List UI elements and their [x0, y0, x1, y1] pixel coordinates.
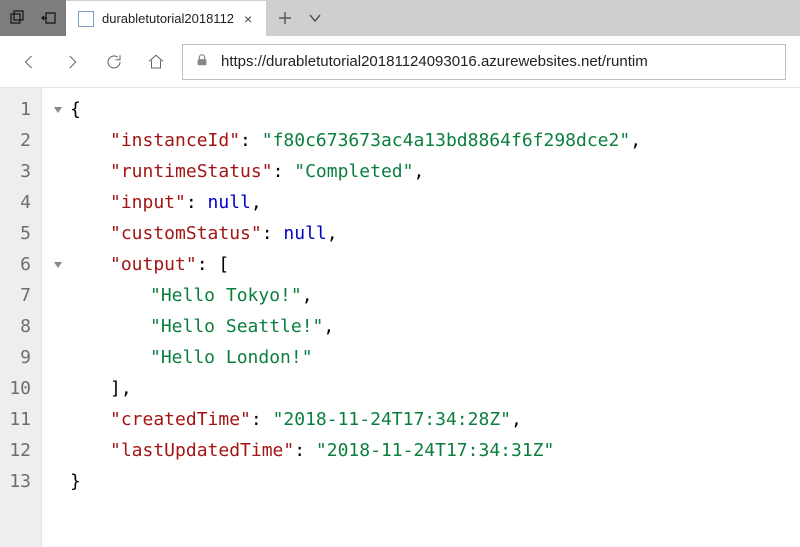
code-line: "runtimeStatus": "Completed", — [46, 156, 800, 187]
tab-title: durabletutorial2018112 — [102, 11, 234, 26]
code-line: ], — [46, 373, 800, 404]
refresh-button[interactable] — [98, 46, 130, 78]
url-host: ://durabletutorial20181124093016.azurewe… — [254, 53, 648, 70]
json-viewer: 12345678910111213 {"instanceId": "f80c67… — [0, 88, 800, 547]
json-string: "Hello London!" — [150, 342, 313, 373]
json-key: "lastUpdatedTime" — [110, 435, 294, 466]
nav-bar: https://durabletutorial20181124093016.az… — [0, 36, 800, 88]
window-control-group — [0, 0, 66, 36]
json-string: "f80c673673ac4a13bd8864f6f298dce2" — [262, 125, 630, 156]
json-key: "instanceId" — [110, 125, 240, 156]
json-string: "2018-11-24T17:34:31Z" — [316, 435, 554, 466]
code-line: "output": [ — [46, 249, 800, 280]
json-key: "createdTime" — [110, 404, 251, 435]
line-number-gutter: 12345678910111213 — [0, 88, 42, 547]
line-number: 12 — [8, 435, 31, 466]
line-number: 4 — [8, 187, 31, 218]
line-number: 9 — [8, 342, 31, 373]
url-text: https://durabletutorial20181124093016.az… — [221, 53, 648, 70]
tab-actions — [266, 0, 334, 36]
json-key: "customStatus" — [110, 218, 262, 249]
code-area[interactable]: {"instanceId": "f80c673673ac4a13bd8864f6… — [42, 88, 800, 547]
code-line: "Hello Tokyo!", — [46, 280, 800, 311]
line-number: 1 — [8, 94, 31, 125]
forward-button[interactable] — [56, 46, 88, 78]
code-line: { — [46, 94, 800, 125]
line-number: 2 — [8, 125, 31, 156]
address-bar[interactable]: https://durabletutorial20181124093016.az… — [182, 44, 786, 80]
json-null: null — [283, 218, 326, 249]
line-number: 7 — [8, 280, 31, 311]
line-number: 8 — [8, 311, 31, 342]
json-string: "Completed" — [294, 156, 413, 187]
json-string: "Hello Tokyo!" — [150, 280, 302, 311]
tab-close-button[interactable]: × — [242, 11, 254, 27]
set-aside-tabs-icon[interactable] — [34, 0, 64, 36]
code-line: "customStatus": null, — [46, 218, 800, 249]
cascade-windows-icon[interactable] — [2, 0, 32, 36]
code-line: } — [46, 466, 800, 497]
json-key: "output" — [110, 249, 197, 280]
code-line: "lastUpdatedTime": "2018-11-24T17:34:31Z… — [46, 435, 800, 466]
favicon-icon — [78, 11, 94, 27]
json-null: null — [208, 187, 251, 218]
lock-icon — [195, 53, 209, 70]
json-string: "Hello Seattle!" — [150, 311, 323, 342]
code-line: "Hello Seattle!", — [46, 311, 800, 342]
line-number: 11 — [8, 404, 31, 435]
new-tab-button[interactable] — [270, 0, 300, 36]
code-line: "createdTime": "2018-11-24T17:34:28Z", — [46, 404, 800, 435]
json-key: "input" — [110, 187, 186, 218]
line-number: 3 — [8, 156, 31, 187]
line-number: 13 — [8, 466, 31, 497]
line-number: 5 — [8, 218, 31, 249]
tab-strip: durabletutorial2018112 × — [66, 0, 800, 36]
line-number: 10 — [8, 373, 31, 404]
json-string: "2018-11-24T17:34:28Z" — [273, 404, 511, 435]
code-line: "input": null, — [46, 187, 800, 218]
home-button[interactable] — [140, 46, 172, 78]
tab-dropdown-button[interactable] — [300, 0, 330, 36]
code-line: "Hello London!" — [46, 342, 800, 373]
line-number: 6 — [8, 249, 31, 280]
fold-arrow-icon[interactable] — [46, 260, 70, 270]
fold-arrow-icon[interactable] — [46, 105, 70, 115]
back-button[interactable] — [14, 46, 46, 78]
url-scheme: https — [221, 53, 254, 70]
browser-tab[interactable]: durabletutorial2018112 × — [66, 0, 266, 36]
json-key: "runtimeStatus" — [110, 156, 273, 187]
code-line: "instanceId": "f80c673673ac4a13bd8864f6f… — [46, 125, 800, 156]
title-bar: durabletutorial2018112 × — [0, 0, 800, 36]
